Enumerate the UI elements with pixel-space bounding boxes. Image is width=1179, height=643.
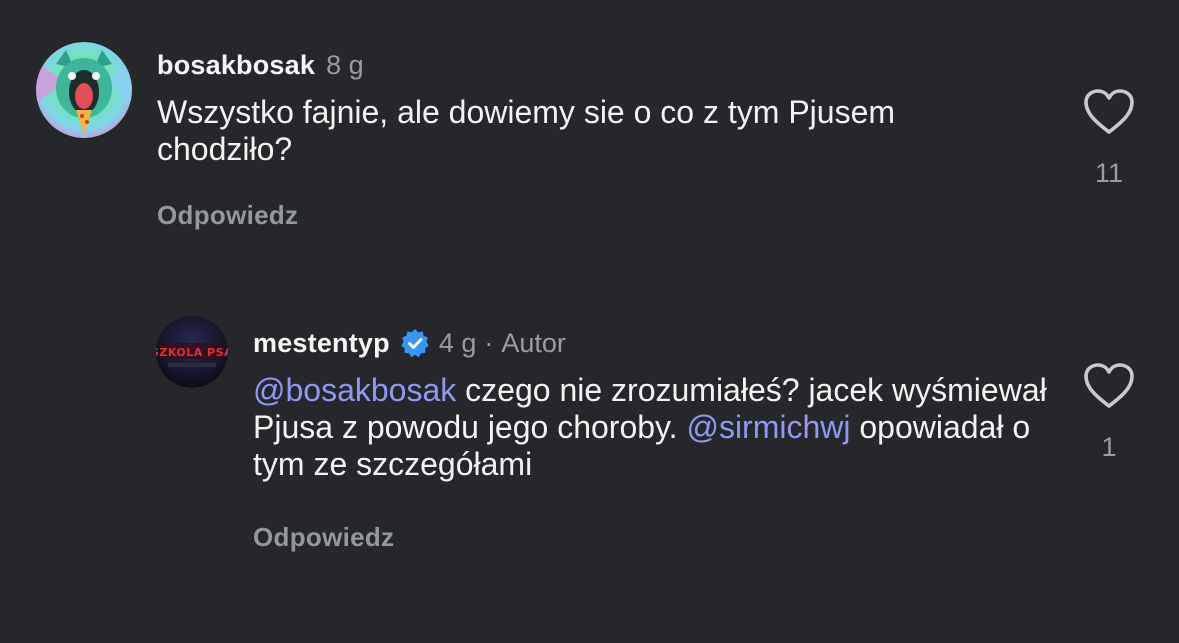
like-control: 11 <box>1072 88 1146 189</box>
reply-button[interactable]: Odpowiedz <box>157 200 298 231</box>
timestamp: 4 g <box>438 327 477 358</box>
comments-thread: bosakbosak 8 g Wszystko fajnie, ale dowi… <box>0 0 1179 643</box>
avatar[interactable] <box>36 42 132 138</box>
reply-button[interactable]: Odpowiedz <box>253 522 394 553</box>
comment-header: bosakbosak 8 g <box>157 46 1037 84</box>
like-count: 1 <box>1101 432 1117 462</box>
timestamp: 8 g <box>326 49 364 80</box>
like-control: 1 <box>1072 362 1146 463</box>
comment-text: @bosakbosak czego nie zrozumiałeś? jacek… <box>253 372 1073 483</box>
heart-icon[interactable] <box>1083 88 1135 136</box>
comment-text: Wszystko fajnie, ale dowiemy sie o co z … <box>157 94 896 167</box>
avatar[interactable]: SZKOLA PSA <box>156 316 228 388</box>
heart-icon[interactable] <box>1083 362 1135 410</box>
like-count: 11 <box>1094 158 1124 188</box>
comment-body: mestentyp 4 g · Autor @bosakbosak czego … <box>253 324 1073 483</box>
separator: · <box>484 327 494 358</box>
mention-link[interactable]: @bosakbosak <box>253 372 456 408</box>
comment-header: mestentyp 4 g · Autor <box>253 324 1073 362</box>
comment-body: bosakbosak 8 g Wszystko fajnie, ale dowi… <box>157 46 1037 168</box>
svg-text:SZKOLA PSA: SZKOLA PSA <box>156 346 228 359</box>
username[interactable]: bosakbosak <box>157 50 315 81</box>
dark-logo-avatar-icon: SZKOLA PSA <box>156 316 228 388</box>
username[interactable]: mestentyp <box>253 328 390 359</box>
verified-badge-icon <box>401 329 429 358</box>
author-label: Autor <box>501 327 566 358</box>
cat-avatar-icon <box>36 42 132 138</box>
mention-link[interactable]: @sirmichwj <box>686 409 850 445</box>
